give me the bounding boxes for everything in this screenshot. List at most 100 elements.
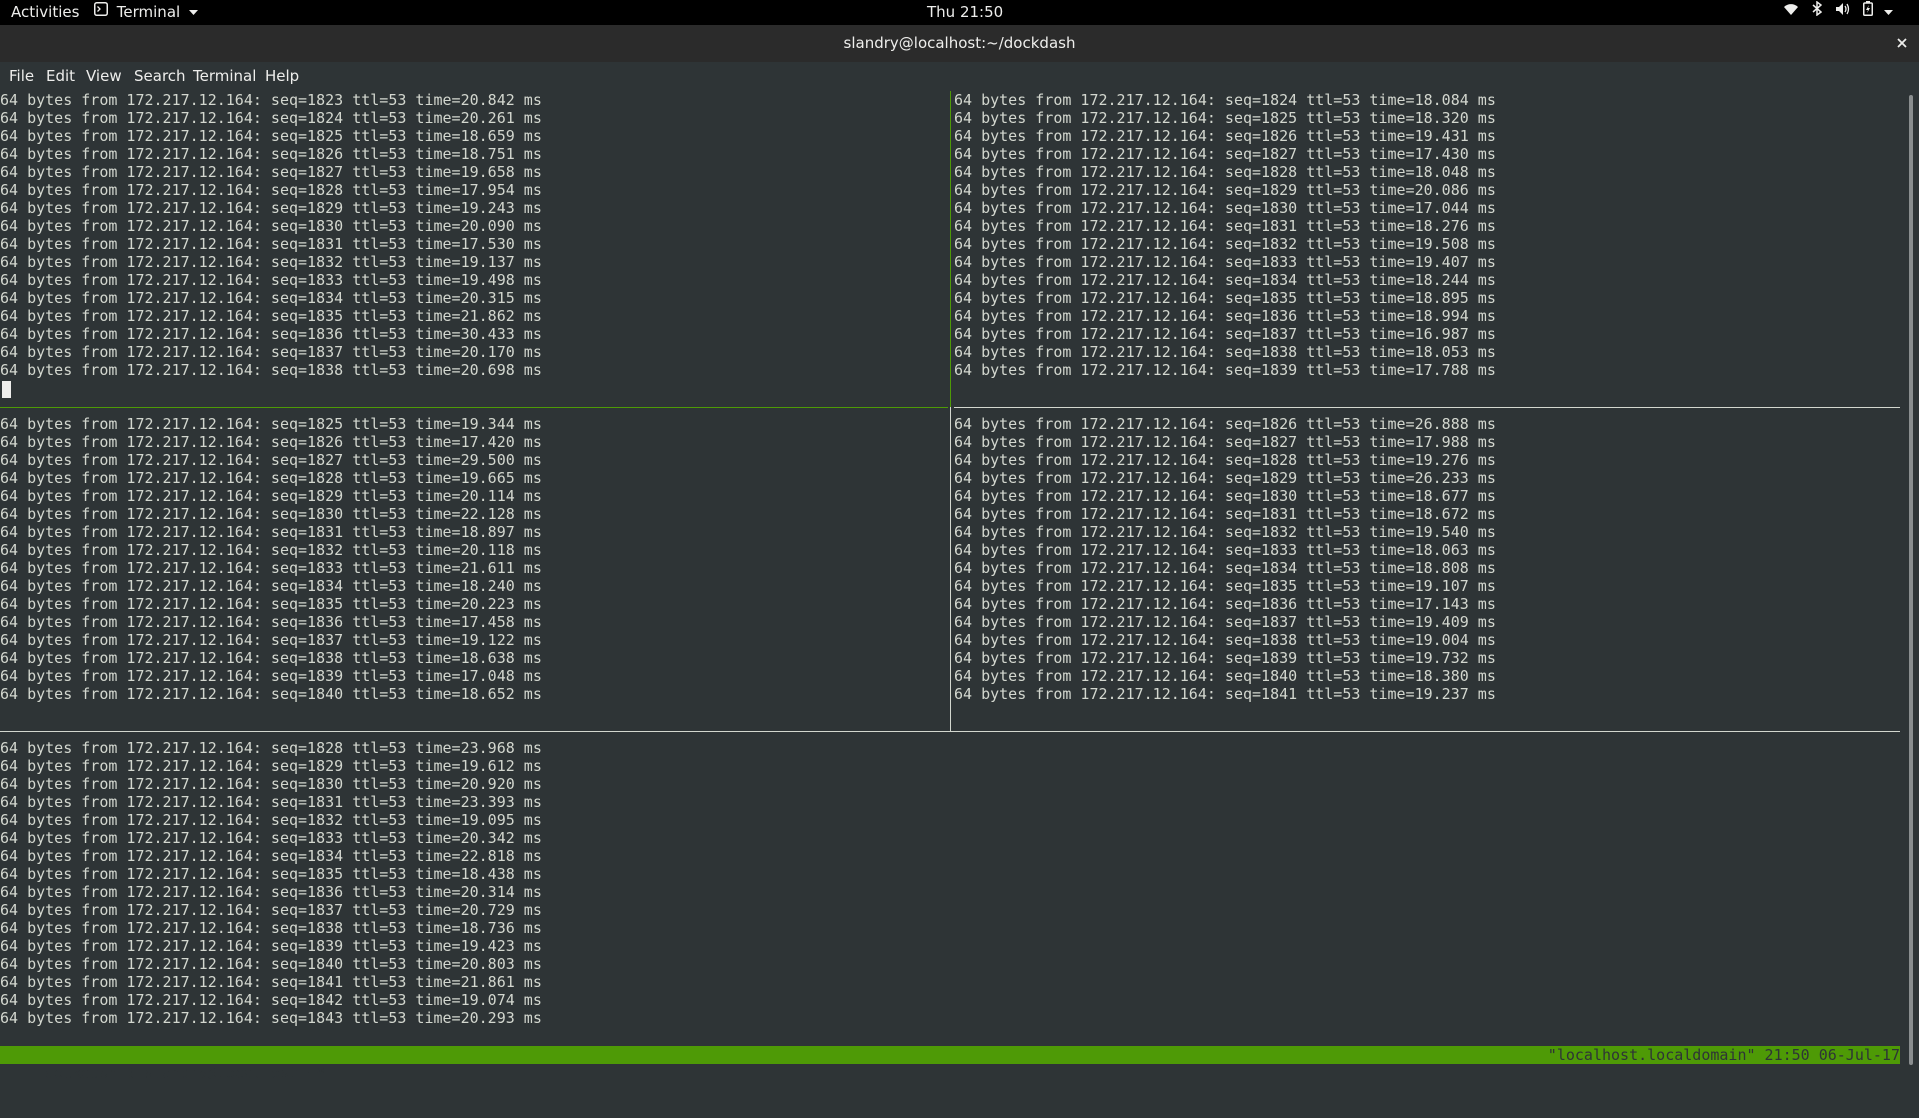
output-line: 64 bytes from 172.217.12.164: seq=1828 t…	[0, 469, 542, 487]
output-line: 64 bytes from 172.217.12.164: seq=1836 t…	[0, 613, 542, 631]
output-line: 64 bytes from 172.217.12.164: seq=1827 t…	[954, 433, 1496, 451]
menu-search[interactable]: Search	[134, 62, 186, 91]
terminal-icon	[94, 0, 108, 24]
output-line: 64 bytes from 172.217.12.164: seq=1836 t…	[954, 307, 1496, 325]
window-title-bar[interactable]: slandry@localhost:~/dockdash	[0, 25, 1919, 62]
output-line: 64 bytes from 172.217.12.164: seq=1828 t…	[954, 163, 1496, 181]
output-line: 64 bytes from 172.217.12.164: seq=1830 t…	[954, 487, 1496, 505]
output-line: 64 bytes from 172.217.12.164: seq=1833 t…	[0, 559, 542, 577]
output-line: 64 bytes from 172.217.12.164: seq=1826 t…	[0, 145, 542, 163]
scrollbar-thumb[interactable]	[1909, 95, 1913, 1065]
output-line: 64 bytes from 172.217.12.164: seq=1826 t…	[954, 127, 1496, 145]
output-line: 64 bytes from 172.217.12.164: seq=1832 t…	[954, 235, 1496, 253]
output-line: 64 bytes from 172.217.12.164: seq=1833 t…	[954, 541, 1496, 559]
tmux-pane-bottom[interactable]: 64 bytes from 172.217.12.164: seq=1828 t…	[0, 739, 1900, 1027]
menu-file[interactable]: File	[9, 62, 34, 91]
output-line: 64 bytes from 172.217.12.164: seq=1838 t…	[0, 919, 542, 937]
output-line: 64 bytes from 172.217.12.164: seq=1833 t…	[954, 253, 1496, 271]
output-line: 64 bytes from 172.217.12.164: seq=1838 t…	[954, 343, 1496, 361]
output-line: 64 bytes from 172.217.12.164: seq=1836 t…	[0, 325, 542, 343]
output-line: 64 bytes from 172.217.12.164: seq=1827 t…	[0, 451, 542, 469]
output-line: 64 bytes from 172.217.12.164: seq=1836 t…	[954, 595, 1496, 613]
output-line: 64 bytes from 172.217.12.164: seq=1835 t…	[0, 865, 542, 883]
clock[interactable]: Thu 21:50	[927, 0, 1003, 25]
output-line: 64 bytes from 172.217.12.164: seq=1823 t…	[0, 91, 542, 109]
output-line: 64 bytes from 172.217.12.164: seq=1833 t…	[0, 829, 542, 847]
output-line: 64 bytes from 172.217.12.164: seq=1831 t…	[954, 217, 1496, 235]
close-window-button[interactable]	[1893, 34, 1911, 52]
menu-view[interactable]: View	[86, 62, 122, 91]
output-line: 64 bytes from 172.217.12.164: seq=1830 t…	[0, 505, 542, 523]
output-line: 64 bytes from 172.217.12.164: seq=1829 t…	[0, 199, 542, 217]
system-menu-arrow-icon	[1884, 0, 1894, 24]
menu-edit[interactable]: Edit	[46, 62, 75, 91]
output-line: 64 bytes from 172.217.12.164: seq=1837 t…	[0, 901, 542, 919]
pane-border-active	[0, 407, 948, 408]
output-line: 64 bytes from 172.217.12.164: seq=1841 t…	[0, 973, 542, 991]
output-line: 64 bytes from 172.217.12.164: seq=1829 t…	[954, 469, 1496, 487]
output-line: 64 bytes from 172.217.12.164: seq=1834 t…	[0, 289, 542, 307]
tmux-pane-middle-left[interactable]: 64 bytes from 172.217.12.164: seq=1825 t…	[0, 415, 948, 703]
output-line: 64 bytes from 172.217.12.164: seq=1826 t…	[0, 433, 542, 451]
chevron-down-icon	[188, 0, 198, 24]
output-line: 64 bytes from 172.217.12.164: seq=1831 t…	[0, 235, 542, 253]
volume-icon	[1835, 0, 1851, 24]
output-line: 64 bytes from 172.217.12.164: seq=1840 t…	[954, 667, 1496, 685]
output-line: 64 bytes from 172.217.12.164: seq=1828 t…	[0, 739, 542, 757]
output-line: 64 bytes from 172.217.12.164: seq=1837 t…	[0, 343, 542, 361]
output-line: 64 bytes from 172.217.12.164: seq=1832 t…	[0, 541, 542, 559]
output-line: 64 bytes from 172.217.12.164: seq=1834 t…	[0, 577, 542, 595]
scrollbar[interactable]	[1907, 91, 1915, 1069]
output-line: 64 bytes from 172.217.12.164: seq=1835 t…	[954, 577, 1496, 595]
output-line: 64 bytes from 172.217.12.164: seq=1839 t…	[0, 937, 542, 955]
app-menu-label: Terminal	[116, 3, 181, 21]
output-line: 64 bytes from 172.217.12.164: seq=1842 t…	[0, 991, 542, 1009]
menu-bar: File Edit View Search Terminal Help	[0, 62, 1919, 91]
output-line: 64 bytes from 172.217.12.164: seq=1824 t…	[0, 109, 542, 127]
output-line: 64 bytes from 172.217.12.164: seq=1832 t…	[954, 523, 1496, 541]
output-line: 64 bytes from 172.217.12.164: seq=1837 t…	[954, 613, 1496, 631]
output-line: 64 bytes from 172.217.12.164: seq=1825 t…	[0, 127, 542, 145]
tmux-pane-top-left[interactable]: 64 bytes from 172.217.12.164: seq=1823 t…	[0, 91, 948, 379]
output-line: 64 bytes from 172.217.12.164: seq=1837 t…	[954, 325, 1496, 343]
tmux-status-bar: [dockdash]0:slandry@localhost:~* "localh…	[0, 1046, 1900, 1082]
output-line: 64 bytes from 172.217.12.164: seq=1831 t…	[0, 793, 542, 811]
pane-border	[0, 731, 1900, 732]
output-line: 64 bytes from 172.217.12.164: seq=1835 t…	[0, 307, 542, 325]
output-line: 64 bytes from 172.217.12.164: seq=1828 t…	[0, 181, 542, 199]
battery-icon	[1863, 0, 1874, 24]
output-line: 64 bytes from 172.217.12.164: seq=1829 t…	[954, 181, 1496, 199]
output-line: 64 bytes from 172.217.12.164: seq=1843 t…	[0, 1009, 542, 1027]
output-line: 64 bytes from 172.217.12.164: seq=1826 t…	[954, 415, 1496, 433]
tmux-pane-top-right[interactable]: 64 bytes from 172.217.12.164: seq=1824 t…	[954, 91, 1899, 379]
output-line: 64 bytes from 172.217.12.164: seq=1839 t…	[954, 361, 1496, 379]
close-icon	[1893, 38, 1911, 56]
output-line: 64 bytes from 172.217.12.164: seq=1834 t…	[0, 847, 542, 865]
status-window-list[interactable]: [dockdash]0:slandry@localhost:~*	[36, 1064, 325, 1082]
output-line: 64 bytes from 172.217.12.164: seq=1830 t…	[0, 775, 542, 793]
bluetooth-icon	[1812, 0, 1822, 24]
tmux-pane-middle-right[interactable]: 64 bytes from 172.217.12.164: seq=1826 t…	[954, 415, 1899, 703]
menu-terminal[interactable]: Terminal	[193, 62, 256, 91]
output-line: 64 bytes from 172.217.12.164: seq=1833 t…	[0, 271, 542, 289]
output-line: 64 bytes from 172.217.12.164: seq=1836 t…	[0, 883, 542, 901]
output-line: 64 bytes from 172.217.12.164: seq=1839 t…	[954, 649, 1496, 667]
gnome-top-bar: Activities Terminal Thu 21:50	[0, 0, 1919, 25]
output-line: 64 bytes from 172.217.12.164: seq=1838 t…	[954, 631, 1496, 649]
text-cursor	[2, 381, 11, 398]
output-line: 64 bytes from 172.217.12.164: seq=1830 t…	[954, 199, 1496, 217]
output-line: 64 bytes from 172.217.12.164: seq=1832 t…	[0, 811, 542, 829]
terminal-view[interactable]: 64 bytes from 172.217.12.164: seq=1823 t…	[0, 91, 1919, 1082]
window-title: slandry@localhost:~/dockdash	[843, 34, 1076, 52]
output-line: 64 bytes from 172.217.12.164: seq=1829 t…	[0, 757, 542, 775]
app-menu-button[interactable]: Terminal	[94, 0, 198, 25]
output-line: 64 bytes from 172.217.12.164: seq=1841 t…	[954, 685, 1496, 703]
output-line: 64 bytes from 172.217.12.164: seq=1832 t…	[0, 253, 542, 271]
pane-border	[954, 407, 1900, 408]
activities-button[interactable]: Activities	[11, 0, 79, 25]
output-line: 64 bytes from 172.217.12.164: seq=1827 t…	[954, 145, 1496, 163]
output-line: 64 bytes from 172.217.12.164: seq=1840 t…	[0, 955, 542, 973]
output-line: 64 bytes from 172.217.12.164: seq=1839 t…	[0, 667, 542, 685]
menu-help[interactable]: Help	[265, 62, 299, 91]
system-status-menu[interactable]	[1783, 0, 1894, 25]
